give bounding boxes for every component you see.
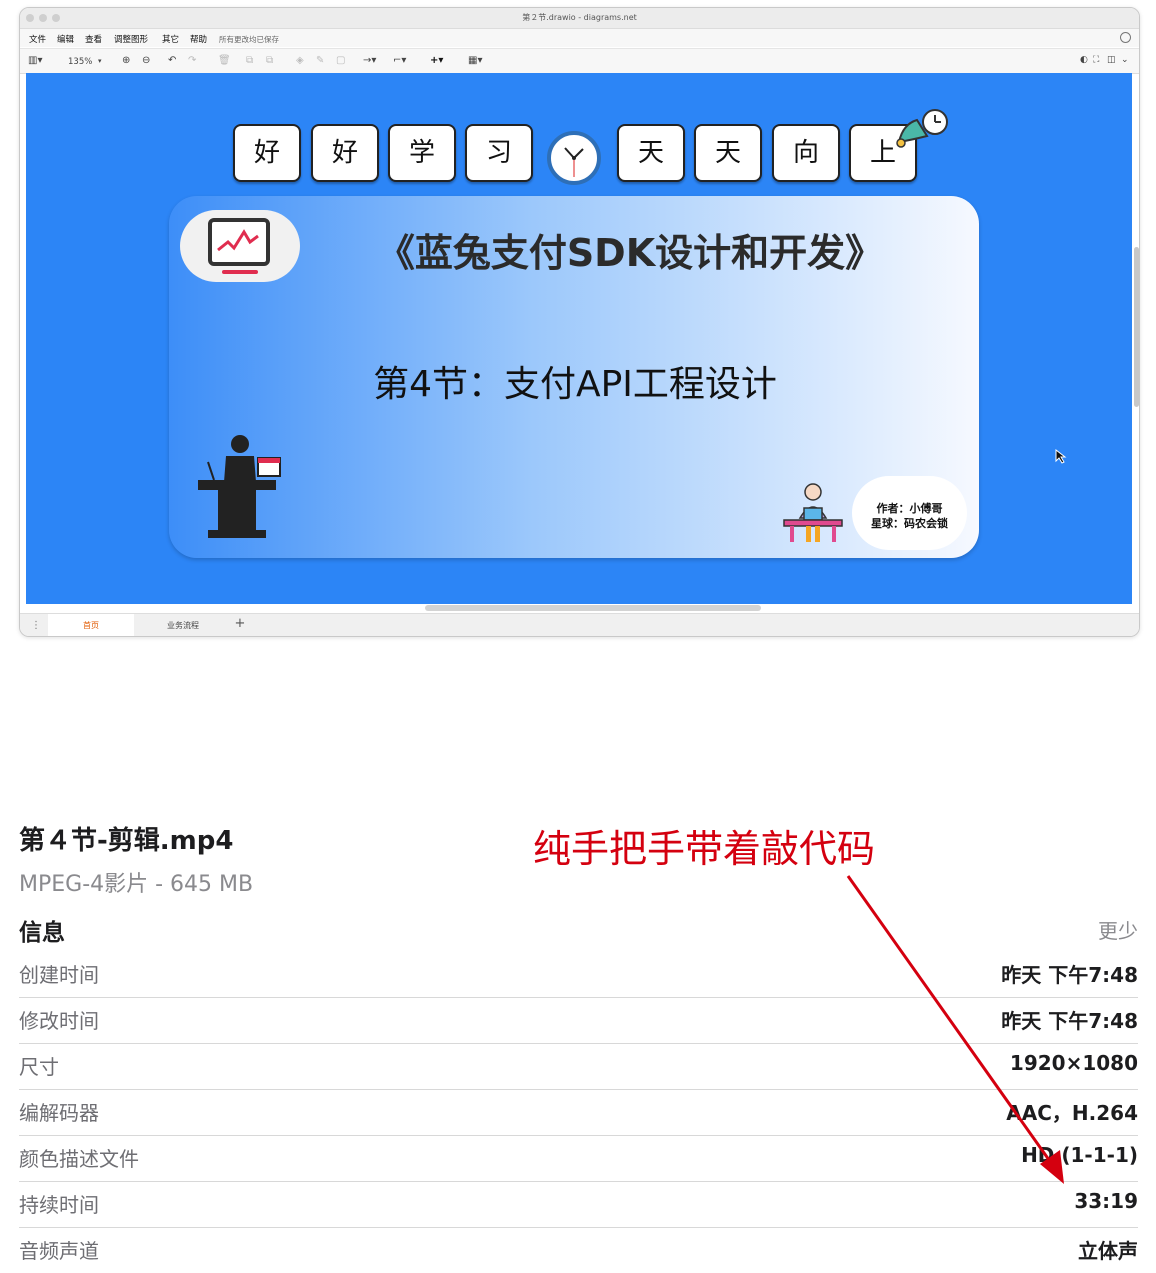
undo-icon[interactable]: ↶ [168,55,176,66]
logo-pill [180,210,300,282]
to-front-icon[interactable]: ⧉ [246,55,253,66]
table-icon[interactable]: ▦▾ [468,55,482,66]
file-kind: MPEG-4影片 - 645 MB [19,872,254,897]
reading-student-icon [783,483,843,542]
horizontal-scrollbar[interactable] [425,605,761,611]
shadow-icon[interactable]: ▢ [336,55,345,66]
fill-color-icon[interactable]: ◈ [296,55,304,66]
slide-subtitle: 第4节：支付API工程设计 [373,364,777,405]
collapse-icon[interactable]: ⌄ [1121,55,1129,65]
info-row-color-profile: 颜色描述文件 HD (1-1-1) [19,1135,1138,1182]
pages-menu-icon[interactable]: ⋮ [28,614,44,636]
row-value: AAC，H.264 [1006,1101,1138,1125]
row-label: 音频声道 [19,1239,99,1263]
row-value: 1920×1080 [1009,1051,1138,1075]
file-name: 第４节-剪辑.mp4 [19,826,234,856]
motto-char-1: 好 [233,124,301,182]
insert-plus-icon[interactable]: +▾ [430,55,443,66]
menu-arrange[interactable]: 调整图形 [114,33,148,45]
row-label: 颜色描述文件 [19,1147,139,1171]
info-row-dimensions: 尺寸 1920×1080 [19,1043,1138,1090]
row-label: 修改时间 [19,1009,99,1033]
format-panel-icon[interactable]: ▥▾ [28,55,42,66]
monitor-chart-icon [208,218,270,274]
redo-icon[interactable]: ↷ [188,55,196,66]
delete-icon[interactable]: 🗑 [218,55,231,66]
save-status: 所有更改均已保存 [219,35,279,44]
row-value: 昨天 下午7:48 [1001,1009,1138,1033]
page-tab-bar: ⋮ 首页 业务流程 + [20,613,1139,636]
mouse-cursor-icon [1055,449,1067,464]
zoom-out-icon[interactable]: ⊖ [142,55,150,66]
info-row-modified: 修改时间 昨天 下午7:48 [19,997,1138,1044]
show-less-link[interactable]: 更少 [1098,915,1138,944]
menu-bar: 文件 编辑 查看 调整图形 其它 帮助 所有更改均已保存 [20,29,1139,47]
panel-toggle-icon[interactable]: ◫ [1107,55,1116,65]
row-value: HD (1-1-1) [1021,1143,1138,1167]
theme-icon[interactable]: ◐ [1080,55,1088,65]
row-value: 昨天 下午7:48 [1001,963,1138,987]
speaker-podium-icon [198,435,281,538]
clock-icon [547,131,601,185]
language-globe-icon[interactable] [1120,32,1131,43]
row-label: 持续时间 [19,1193,99,1217]
add-page-icon[interactable]: + [230,614,250,636]
row-value: 33:19 [1074,1189,1138,1213]
tab-home[interactable]: 首页 [48,614,134,636]
info-row-codecs: 编解码器 AAC，H.264 [19,1089,1138,1136]
row-value: 立体声 [1078,1239,1138,1263]
menu-file[interactable]: 文件 [29,33,46,45]
menu-extras[interactable]: 其它 [162,33,179,45]
info-section-title: 信息 [19,920,65,946]
motto-char-3: 学 [388,124,456,182]
motto-char-6: 天 [694,124,762,182]
waypoints-icon[interactable]: ⌐▾ [393,55,406,66]
motto-char-7: 向 [772,124,840,182]
row-label: 编解码器 [19,1101,99,1125]
window-title: 第２节.drawio - diagrams.net [522,13,637,22]
zoom-select[interactable]: 135% [68,57,92,67]
menu-edit[interactable]: 编辑 [57,33,74,45]
author-planet: 星球：码农会锁 [871,517,948,530]
to-back-icon[interactable]: ⧉ [266,55,273,66]
tab-business-flow[interactable]: 业务流程 [138,614,228,636]
alarm-bell-icon [896,109,948,148]
motto-char-5: 天 [617,124,685,182]
connection-style-icon[interactable]: →▾ [363,55,376,66]
fullscreen-icon[interactable]: ⛶ [1093,55,1099,65]
info-row-duration: 持续时间 33:19 [19,1181,1138,1228]
zoom-in-icon[interactable]: ⊕ [122,55,130,66]
annotation-text: 纯手把手带着敲代码 [533,827,876,871]
title-bar: 第２节.drawio - diagrams.net [20,8,1139,29]
author-pill: 作者：小傅哥 星球：码农会锁 [852,476,967,550]
menu-help[interactable]: 帮助 [190,33,207,45]
author-name: 作者：小傅哥 [876,502,943,515]
motto-char-2: 好 [311,124,379,182]
motto-char-4: 习 [465,124,533,182]
line-color-icon[interactable]: ✎ [316,55,324,66]
row-label: 创建时间 [19,963,99,987]
info-row-audio-channels: 音频声道 立体声 [19,1227,1138,1273]
zoom-dropdown-icon[interactable]: ▾ [98,57,102,65]
vertical-scrollbar[interactable] [1134,247,1139,407]
info-row-created: 创建时间 昨天 下午7:48 [19,951,1138,998]
slide-title: 《蓝兔支付SDK设计和开发》 [376,231,884,275]
toolbar: ▥▾ 135% ▾ ⊕ ⊖ ↶ ↷ 🗑 ⧉ ⧉ ◈ ✎ ▢ →▾ ⌐▾ +▾ ▦… [20,48,1139,74]
menu-view[interactable]: 查看 [85,33,102,45]
row-label: 尺寸 [19,1055,59,1079]
